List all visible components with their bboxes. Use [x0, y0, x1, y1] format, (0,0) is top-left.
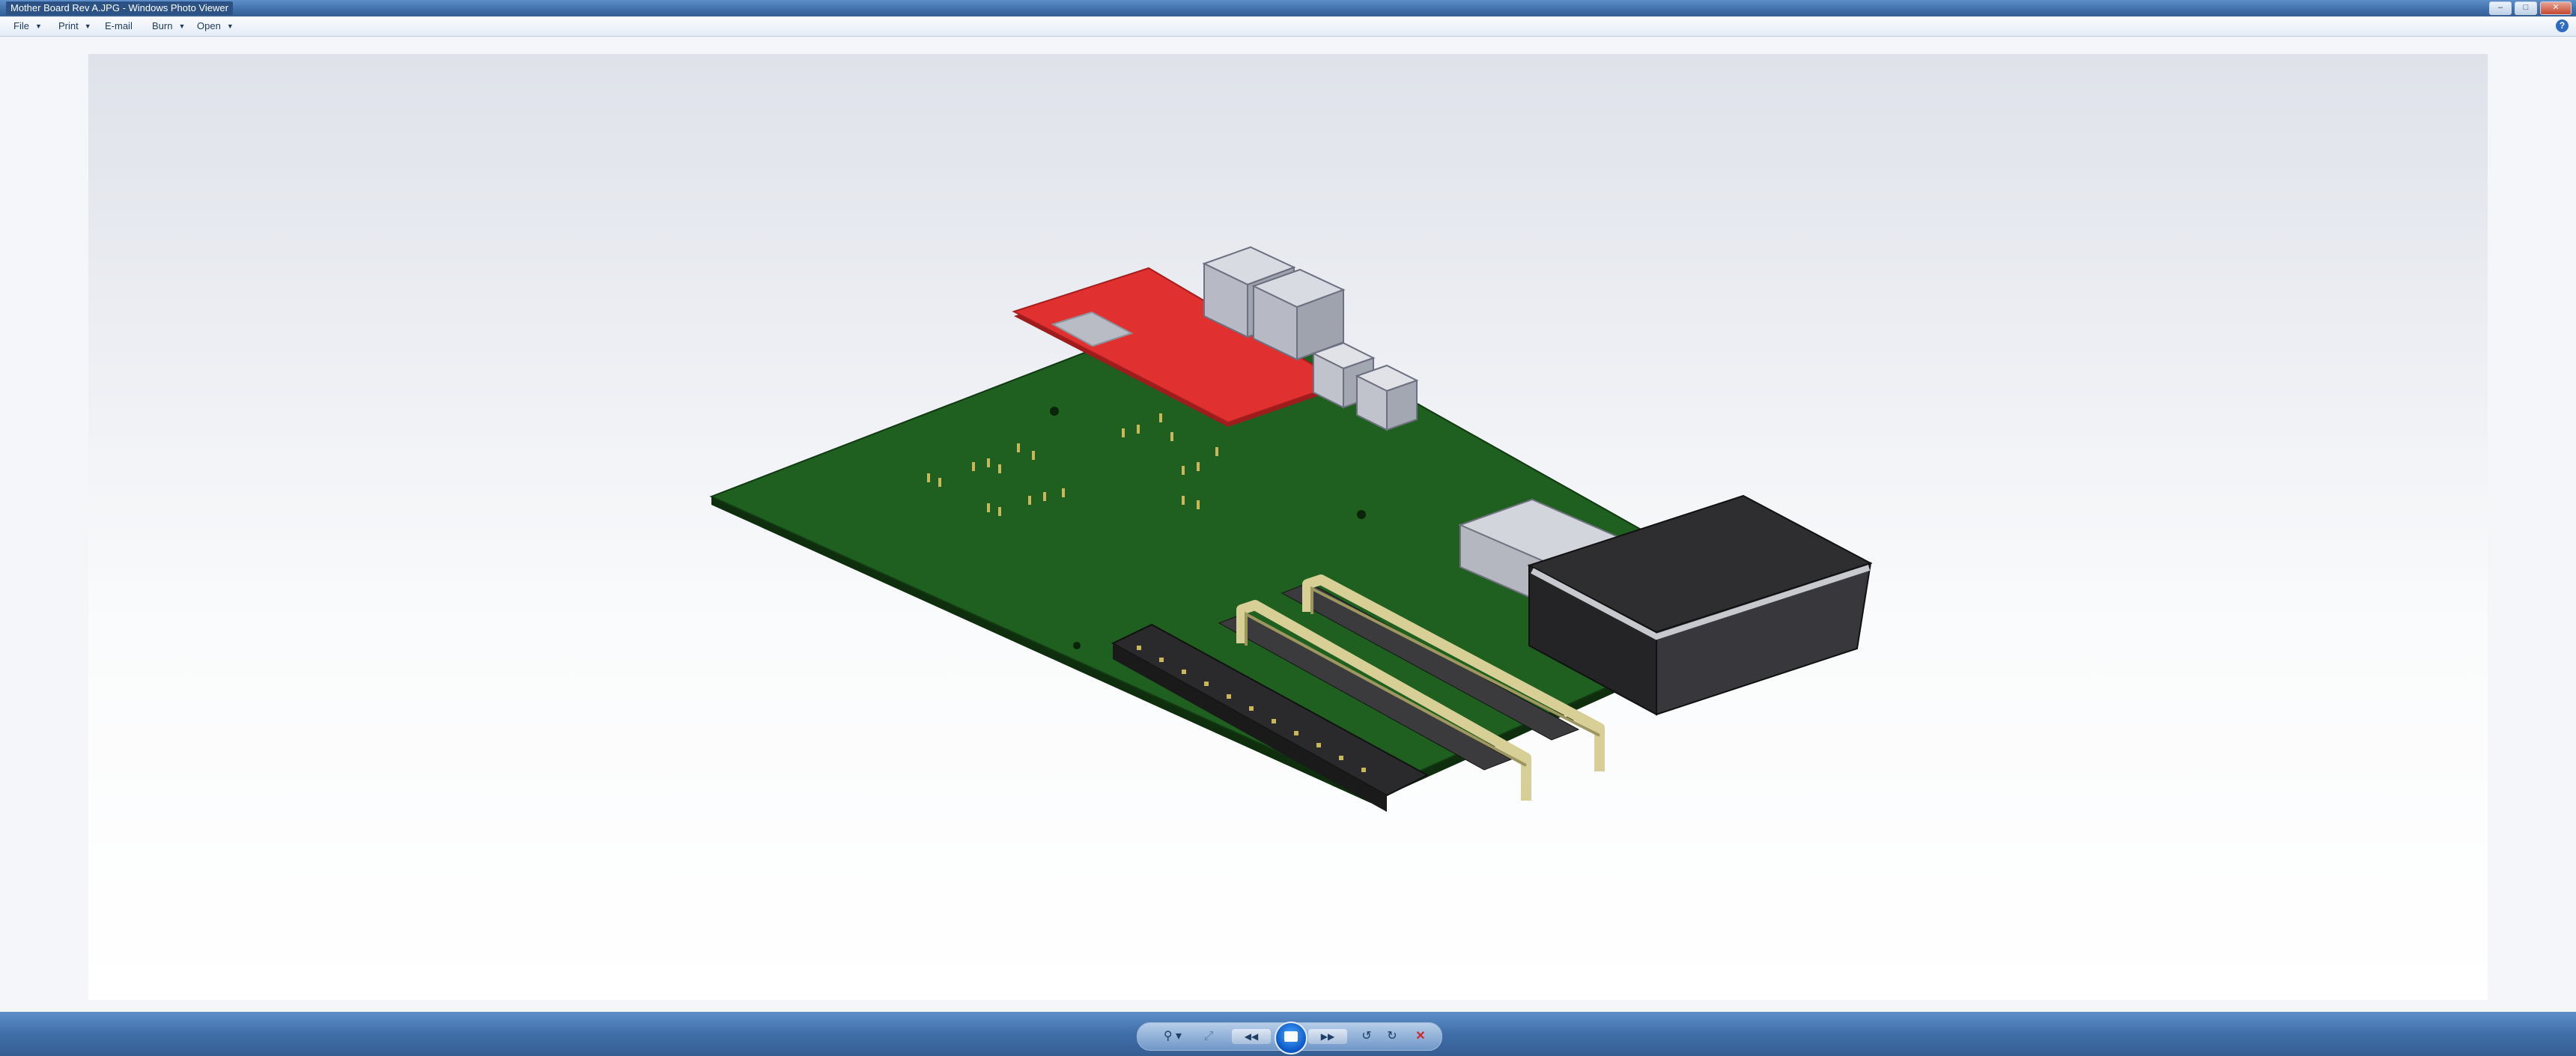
next-icon[interactable]: ▶▶: [1308, 1029, 1347, 1044]
previous-icon[interactable]: ◀◀: [1232, 1029, 1271, 1044]
menu-file-label: File: [13, 20, 29, 31]
menu-email[interactable]: E-mail: [105, 16, 133, 36]
rotate-left-icon[interactable]: ↺: [1356, 1028, 1377, 1046]
chevron-down-icon: ▼: [178, 22, 186, 30]
menu-print-label: Print: [58, 20, 79, 31]
image-viewport[interactable]: [0, 37, 2576, 1012]
chevron-down-icon: ▼: [226, 22, 234, 30]
slideshow-icon[interactable]: [1275, 1022, 1307, 1055]
chevron-down-icon: ▼: [84, 22, 91, 30]
title-bar: Mother Board Rev A.JPG - Windows Photo V…: [0, 0, 2576, 16]
close-button[interactable]: ✕: [2540, 1, 2572, 15]
navigation-controls: ⚲ ▾ ⤢ ◀◀ ▶▶ ↺ ↻ ✕: [1137, 1022, 1442, 1055]
menu-email-label: E-mail: [105, 20, 133, 31]
menu-open-label: Open: [197, 20, 221, 31]
menu-open[interactable]: Open ▼: [197, 16, 234, 36]
rotate-right-icon[interactable]: ↻: [1382, 1028, 1403, 1046]
maximize-button[interactable]: □: [2515, 1, 2537, 15]
zoom-icon[interactable]: ⚲ ▾: [1160, 1028, 1185, 1046]
menu-file[interactable]: File ▼: [13, 16, 42, 36]
displayed-photo: [88, 54, 2488, 1000]
delete-icon[interactable]: ✕: [1410, 1028, 1431, 1046]
actual-size-icon[interactable]: ⤢: [1197, 1028, 1220, 1046]
menu-bar: File ▼ Print ▼ E-mail Burn ▼ Open ▼ ?: [0, 16, 2576, 37]
bottom-toolbar: ⚲ ▾ ⤢ ◀◀ ▶▶ ↺ ↻ ✕: [0, 1012, 2576, 1056]
window-title: Mother Board Rev A.JPG - Windows Photo V…: [6, 1, 233, 15]
window-controls: – □ ✕: [2489, 1, 2572, 15]
minimize-button[interactable]: –: [2489, 1, 2512, 15]
slideshow-screen: [1284, 1031, 1298, 1042]
menu-burn-label: Burn: [152, 20, 173, 31]
pcb-render: [709, 246, 1873, 812]
chevron-down-icon: ▼: [34, 22, 42, 30]
menu-burn[interactable]: Burn ▼: [152, 16, 185, 36]
help-icon[interactable]: ?: [2556, 19, 2569, 32]
menu-print[interactable]: Print ▼: [58, 16, 91, 36]
